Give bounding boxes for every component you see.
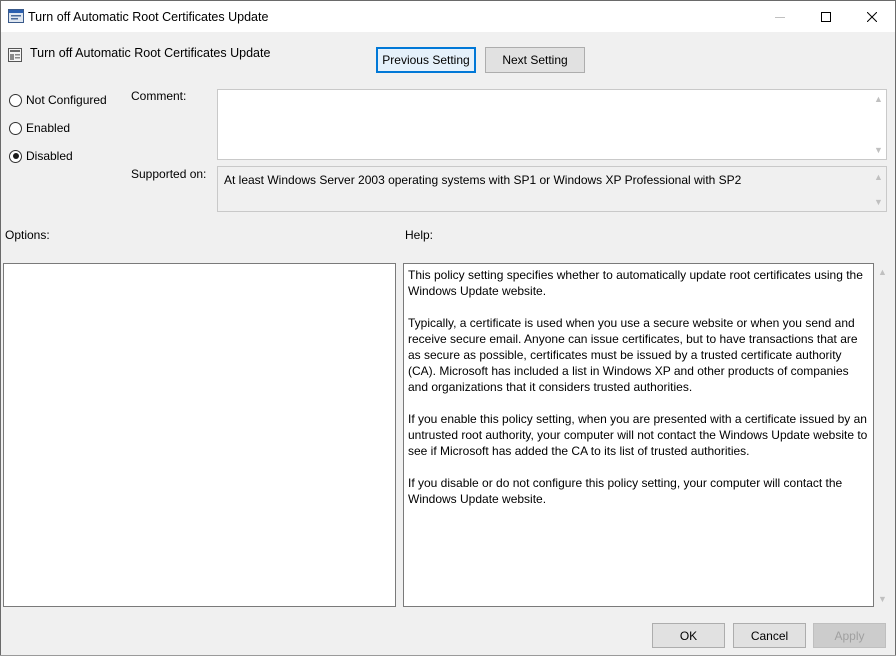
apply-button[interactable]: Apply <box>813 623 886 648</box>
background-window-strip <box>0 655 896 661</box>
next-setting-button[interactable]: Next Setting <box>485 47 585 73</box>
help-text: This policy setting specifies whether to… <box>408 267 870 523</box>
close-button[interactable] <box>849 1 895 32</box>
help-paragraph: If you enable this policy setting, when … <box>408 412 868 458</box>
supported-on-value: At least Windows Server 2003 operating s… <box>224 173 742 187</box>
help-label: Help: <box>405 228 434 242</box>
close-icon <box>867 11 877 22</box>
minimize-icon <box>775 16 785 18</box>
maximize-icon <box>821 11 831 22</box>
policy-dialog: Turn off Automatic Root Certificates Upd… <box>0 0 896 661</box>
supported-on-label: Supported on: <box>131 167 207 181</box>
radio-enabled[interactable]: Enabled <box>9 120 70 136</box>
comment-textarea[interactable]: ▲ ▼ <box>217 89 887 160</box>
radio-not-configured[interactable]: Not Configured <box>9 92 107 108</box>
help-paragraph: If you disable or do not configure this … <box>408 476 843 506</box>
radio-disabled[interactable]: Disabled <box>9 148 73 164</box>
help-paragraph: This policy setting specifies whether to… <box>408 268 863 298</box>
supported-on-field: At least Windows Server 2003 operating s… <box>217 166 887 212</box>
previous-setting-button[interactable]: Previous Setting <box>376 47 476 73</box>
radio-circle[interactable] <box>9 121 22 135</box>
help-panel: This policy setting specifies whether to… <box>403 263 874 607</box>
help-scroll-down-icon[interactable]: ▼ <box>878 595 887 604</box>
radio-circle-checked[interactable] <box>9 149 22 163</box>
ok-button[interactable]: OK <box>652 623 725 648</box>
radio-label: Enabled <box>26 121 71 135</box>
comment-label: Comment: <box>131 89 187 103</box>
radio-label: Disabled <box>26 149 73 163</box>
scroll-down-icon[interactable]: ▼ <box>874 146 883 155</box>
window-title: Turn off Automatic Root Certificates Upd… <box>28 10 269 24</box>
help-scroll-up-icon[interactable]: ▲ <box>878 268 887 277</box>
radio-label: Not Configured <box>26 93 107 107</box>
policy-setting-icon <box>8 48 22 62</box>
scroll-up-icon[interactable]: ▲ <box>874 173 883 182</box>
policy-window-icon <box>8 9 24 23</box>
scroll-up-icon[interactable]: ▲ <box>874 95 883 104</box>
minimize-button[interactable] <box>757 1 803 32</box>
maximize-button[interactable] <box>803 1 849 32</box>
options-label: Options: <box>5 228 50 242</box>
title-bar[interactable]: Turn off Automatic Root Certificates Upd… <box>1 1 895 32</box>
help-paragraph: Typically, a certificate is used when yo… <box>408 316 858 394</box>
scroll-down-icon[interactable]: ▼ <box>874 198 883 207</box>
setting-title: Turn off Automatic Root Certificates Upd… <box>30 46 271 60</box>
options-panel <box>3 263 396 607</box>
radio-circle[interactable] <box>9 93 22 107</box>
cancel-button[interactable]: Cancel <box>733 623 806 648</box>
